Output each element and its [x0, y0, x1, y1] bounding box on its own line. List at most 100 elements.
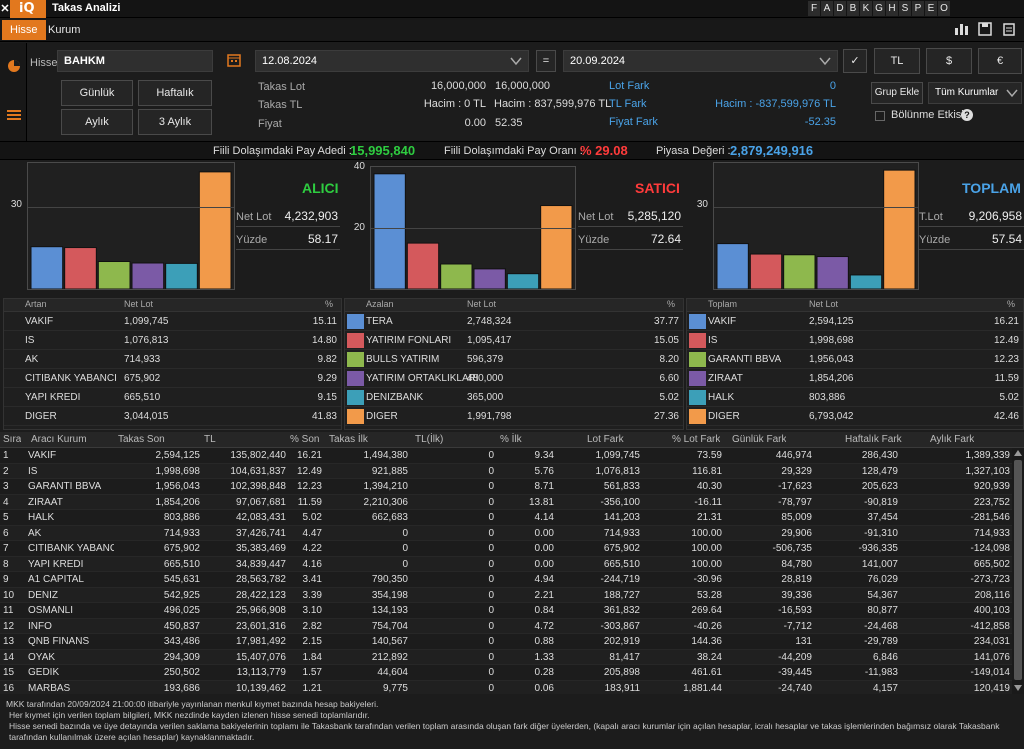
table-row[interactable]: 11 OSMANLI 496,025 25,966,908 3.10 134,193 0 0.… [0, 603, 1024, 619]
table-row[interactable]: 9 A1 CAPITAL 545,631 28,563,782 3.41 790,350 0… [0, 572, 1024, 588]
table-row[interactable]: 15 GEDIK 250,502 13,113,779 1.57 44,604 0 0.28 2… [0, 665, 1024, 681]
table-cell: 25,966,908 [235, 605, 286, 616]
shortcut-h[interactable]: H [886, 1, 898, 16]
column-header[interactable]: Sıra [3, 432, 21, 448]
column-header[interactable]: Lot Fark [587, 432, 624, 448]
bolunme-checkbox[interactable] [875, 111, 885, 121]
help-icon[interactable]: ? [961, 109, 973, 121]
apply-check-button[interactable]: ✓ [843, 49, 867, 73]
clipboard-icon[interactable] [1002, 22, 1016, 36]
mini-table-row[interactable]: VAKIF 1,099,745 15.11 [4, 312, 341, 331]
equals-button[interactable]: = [536, 50, 556, 72]
tab-bar: Hisse Kurum [0, 18, 1024, 42]
mini-table-row[interactable]: DIGER 6,793,042 42.46 [687, 407, 1023, 426]
shortcut-s[interactable]: S [899, 1, 911, 16]
shortcut-b[interactable]: B [847, 1, 859, 16]
shortcut-p[interactable]: P [912, 1, 924, 16]
hisse-input[interactable]: BAHKM [57, 50, 213, 72]
mini-table-row[interactable]: TERA 2,748,324 37.77 [345, 312, 683, 331]
table-row[interactable]: 1 VAKIF 2,594,125 135,802,440 16.21 1,494,380… [0, 448, 1024, 464]
table-row[interactable]: 6 AK 714,933 37,426,741 4.47 0 0 0.00 714,933 100… [0, 525, 1024, 541]
color-swatch [6, 371, 23, 386]
shortcut-e[interactable]: E [925, 1, 937, 16]
chevron-down-icon[interactable] [819, 56, 831, 66]
mini-table-row[interactable]: YATIRIM ORTAKLIKLARI 480,000 6.60 [345, 369, 683, 388]
satici-title: SATICI [635, 180, 680, 196]
mini-table-row[interactable]: IS 1,998,698 12.49 [687, 331, 1023, 350]
takas-tl-first: Hacim : 0 TL [423, 98, 486, 110]
table-row[interactable]: 8 YAPI KREDI 665,510 34,839,447 4.16 0 0 0.00 66… [0, 556, 1024, 572]
bar-chart-icon[interactable] [954, 22, 970, 36]
mini-table-row[interactable]: CITIBANK YABANCI 675,902 9.29 [4, 369, 341, 388]
mini-table-row[interactable]: DIGER 1,991,798 27.36 [345, 407, 683, 426]
table-row[interactable]: 12 INFO 450,837 23,601,316 2.82 754,704 0 4.72 -… [0, 618, 1024, 634]
calendar-icon[interactable] [226, 52, 242, 68]
table-row[interactable]: 3 GARANTI BBVA 1,956,043 102,398,848 12.23 1,… [0, 479, 1024, 495]
tab-hisse[interactable]: Hisse [2, 20, 46, 40]
scroll-down-icon[interactable] [1014, 685, 1022, 691]
date-to-input[interactable]: 20.09.2024 [563, 50, 838, 72]
table-cell: 0 [488, 636, 494, 647]
column-header[interactable]: % İlk [500, 432, 522, 448]
table-scrollbar[interactable] [1012, 448, 1024, 694]
mini-table-row[interactable]: YAPI KREDI 665,510 9.15 [4, 388, 341, 407]
mini-table-row[interactable]: VAKIF 2,594,125 16.21 [687, 312, 1023, 331]
mini-table-row[interactable]: IS 1,076,813 14.80 [4, 331, 341, 350]
column-header[interactable]: % Lot Fark [672, 432, 720, 448]
scrollbar-thumb[interactable] [1014, 460, 1022, 680]
period-daily-button[interactable]: Günlük [61, 80, 133, 106]
column-header[interactable]: TL [204, 432, 216, 448]
mini-table-row[interactable]: BULLS YATIRIM 596,379 8.20 [345, 350, 683, 369]
mini-table-row[interactable]: HALK 803,886 5.02 [687, 388, 1023, 407]
mini-table-row[interactable]: GARANTI BBVA 1,956,043 12.23 [687, 350, 1023, 369]
table-row[interactable]: 7 CITIBANK YABANCI 675,902 35,383,469 4.22 0 0… [0, 541, 1024, 557]
period-weekly-button[interactable]: Haftalık [138, 80, 212, 106]
grup-ekle-button[interactable]: Grup Ekle [871, 82, 923, 104]
column-header[interactable]: Aracı Kurum [31, 432, 87, 448]
mini-table-row[interactable]: YATIRIM FONLARI 1,095,417 15.05 [345, 331, 683, 350]
table-cell: 0 [488, 465, 494, 477]
mini-table-row[interactable]: DENIZBANK 365,000 5.02 [345, 388, 683, 407]
period-3month-button[interactable]: 3 Aylık [138, 109, 212, 135]
table-row[interactable]: 14 OYAK 294,309 15,407,076 1.84 212,892 0 1.33 8… [0, 649, 1024, 665]
shortcut-d[interactable]: D [834, 1, 846, 16]
column-header[interactable]: TL(İlk) [415, 432, 443, 448]
tab-kurum[interactable]: Kurum [40, 20, 88, 40]
table-cell: -44,209 [778, 651, 812, 663]
mini-table-row[interactable]: ZIRAAT 1,854,206 11.59 [687, 369, 1023, 388]
table-cell: 361,832 [603, 605, 640, 616]
shortcut-a[interactable]: A [821, 1, 833, 16]
column-header[interactable]: Takas İlk [329, 432, 368, 448]
shortcut-f[interactable]: F [808, 1, 820, 16]
mini-table-row[interactable]: AK 714,933 9.82 [4, 350, 341, 369]
close-icon[interactable]: ✕ [0, 0, 10, 18]
pie-chart-icon[interactable] [7, 59, 21, 73]
table-row[interactable]: 4 ZIRAAT 1,854,206 97,067,681 11.59 2,210,306… [0, 494, 1024, 510]
table-cell: 4.72 [534, 620, 554, 632]
column-header[interactable]: Takas Son [118, 432, 165, 448]
menu-icon[interactable] [7, 109, 21, 121]
shortcut-o[interactable]: O [938, 1, 950, 16]
column-header[interactable]: Haftalık Fark [845, 432, 902, 448]
table-row[interactable]: 5 HALK 803,886 42,083,431 5.02 662,683 0 4.14 14… [0, 510, 1024, 526]
shortcut-g[interactable]: G [873, 1, 885, 16]
mini-table-row[interactable]: DIGER 3,044,015 41.83 [4, 407, 341, 426]
scroll-up-icon[interactable] [1014, 450, 1022, 456]
shortcut-k[interactable]: K [860, 1, 872, 16]
chevron-down-icon[interactable] [510, 56, 522, 66]
color-swatch [347, 371, 364, 386]
chevron-down-icon[interactable] [1006, 88, 1018, 98]
table-row[interactable]: 13 QNB FINANS 343,486 17,981,492 2.15 140,567… [0, 634, 1024, 650]
table-cell: 12.23 [296, 481, 322, 492]
column-header[interactable]: Aylık Fark [930, 432, 974, 448]
table-row[interactable]: 10 DENIZ 542,925 28,422,123 3.39 354,198 0 2.21… [0, 587, 1024, 603]
table-row[interactable]: 2 IS 1,998,698 104,631,837 12.49 921,885 0 5.76… [0, 463, 1024, 479]
column-header[interactable]: % Son [290, 432, 319, 448]
date-from-input[interactable]: 12.08.2024 [255, 50, 529, 72]
currency-usd-button[interactable]: $ [926, 48, 972, 74]
period-monthly-button[interactable]: Aylık [61, 109, 133, 135]
save-icon[interactable] [978, 22, 992, 36]
currency-eur-button[interactable]: € [978, 48, 1022, 74]
column-header[interactable]: Günlük Fark [732, 432, 786, 448]
currency-tl-button[interactable]: TL [874, 48, 920, 74]
